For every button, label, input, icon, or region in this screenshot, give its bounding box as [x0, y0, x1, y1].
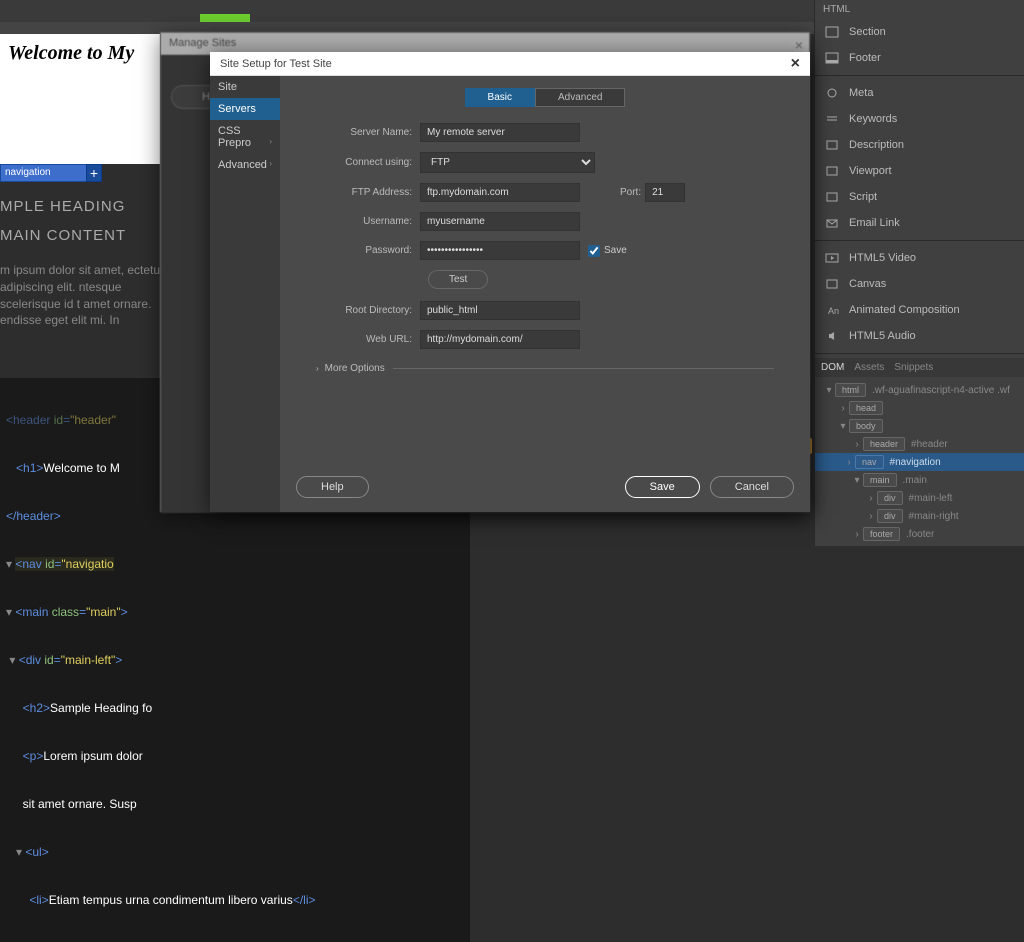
tab-basic[interactable]: Basic	[465, 88, 535, 107]
insert-canvas[interactable]: Canvas	[815, 271, 1024, 297]
label-ftp-address: FTP Address:	[316, 187, 420, 198]
site-setup-dialog: Site Setup for Test Site × Site Servers …	[210, 52, 810, 512]
email-icon	[823, 216, 841, 230]
server-name-input[interactable]	[420, 123, 580, 142]
label-root-directory: Root Directory:	[316, 305, 420, 316]
preview-content: MPLE HEADING MAIN CONTENT m ipsum dolor …	[0, 190, 180, 337]
dom-tree: ▾html.wf-aguafinascript-n4-active .wf ›h…	[815, 377, 1024, 547]
tab-advanced[interactable]: Advanced	[535, 88, 625, 107]
insert-meta[interactable]: Meta	[815, 80, 1024, 106]
video-icon	[823, 251, 841, 265]
label-connect: Connect using:	[316, 157, 420, 168]
tab-snippets[interactable]: Snippets	[894, 362, 933, 373]
save-button[interactable]: Save	[625, 476, 700, 498]
sidebar-item-advanced[interactable]: Advanced›	[210, 154, 280, 176]
insert-footer[interactable]: Footer	[815, 45, 1024, 71]
save-password-checkbox[interactable]	[588, 245, 600, 257]
add-element-button[interactable]: +	[86, 164, 102, 182]
sidebar-item-servers[interactable]: Servers	[210, 98, 280, 120]
insert-description[interactable]: Description	[815, 132, 1024, 158]
label-web-url: Web URL:	[316, 334, 420, 345]
script-icon	[823, 190, 841, 204]
panel-dropdown[interactable]: HTML	[815, 0, 1024, 19]
viewport-icon	[823, 164, 841, 178]
sidebar-item-css-prepro[interactable]: CSS Prepro›	[210, 120, 280, 154]
close-icon[interactable]: ×	[795, 37, 803, 53]
animation-icon: An	[823, 303, 841, 317]
label-password: Password:	[316, 245, 420, 256]
insert-keywords[interactable]: Keywords	[815, 106, 1024, 132]
insert-section[interactable]: Section	[815, 19, 1024, 45]
help-button[interactable]: Help	[296, 476, 369, 498]
element-tag[interactable]: navigation	[0, 164, 100, 182]
sidebar-item-site[interactable]: Site	[210, 76, 280, 98]
password-input[interactable]	[420, 241, 580, 260]
description-icon	[823, 138, 841, 152]
svg-text:An: An	[828, 306, 839, 316]
footer-icon	[823, 51, 841, 65]
dialog-title: Site Setup for Test Site	[220, 58, 332, 70]
label-username: Username:	[316, 216, 420, 227]
label-port: Port:	[620, 187, 641, 198]
ftp-address-input[interactable]	[420, 183, 580, 202]
connect-using-select[interactable]: FTP	[420, 152, 595, 173]
server-form: Server Name: Connect using: FTP FTP Addr…	[296, 123, 794, 374]
meta-icon	[823, 86, 841, 100]
tab-assets[interactable]: Assets	[854, 362, 884, 373]
more-options-toggle[interactable]: › More Options	[316, 363, 774, 374]
chevron-right-icon: ›	[316, 364, 319, 373]
test-button[interactable]: Test	[428, 270, 488, 289]
insert-email-link[interactable]: Email Link	[815, 210, 1024, 236]
cancel-button[interactable]: Cancel	[710, 476, 794, 498]
username-input[interactable]	[420, 212, 580, 231]
audio-icon	[823, 329, 841, 343]
insert-html5-video[interactable]: HTML5 Video	[815, 245, 1024, 271]
label-server-name: Server Name:	[316, 127, 420, 138]
insert-panel: HTML Section Footer Meta Keywords Descri…	[814, 0, 1024, 546]
canvas-icon	[823, 277, 841, 291]
close-icon[interactable]: ×	[791, 55, 800, 73]
insert-animated-comp[interactable]: AnAnimated Composition	[815, 297, 1024, 323]
port-input[interactable]	[645, 183, 685, 202]
save-checkbox-label: Save	[604, 245, 627, 256]
insert-viewport[interactable]: Viewport	[815, 158, 1024, 184]
section-icon	[823, 25, 841, 39]
dom-nav-node[interactable]: nav	[855, 455, 884, 469]
insert-script[interactable]: Script	[815, 184, 1024, 210]
root-directory-input[interactable]	[420, 301, 580, 320]
insert-html5-audio[interactable]: HTML5 Audio	[815, 323, 1024, 349]
design-preview: Welcome to My	[0, 34, 160, 164]
preview-heading: Welcome to My	[8, 42, 152, 65]
setup-sidebar: Site Servers CSS Prepro› Advanced›	[210, 76, 280, 512]
tab-dom[interactable]: DOM	[821, 362, 844, 373]
keywords-icon	[823, 112, 841, 126]
web-url-input[interactable]	[420, 330, 580, 349]
